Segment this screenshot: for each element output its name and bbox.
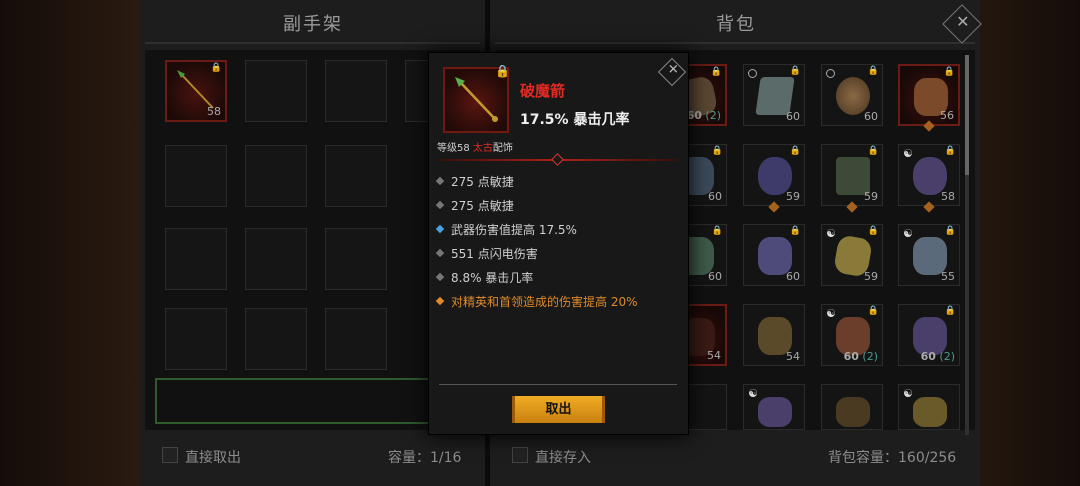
stash-slot[interactable] xyxy=(245,60,307,122)
stash-slot[interactable] xyxy=(245,228,307,290)
item-main-stat: 17.5% 暴击几率 xyxy=(520,112,630,128)
affix-line: 551 点闪电伤害 xyxy=(435,245,538,262)
tooltip-divider xyxy=(439,153,677,166)
direct-store-checkbox[interactable] xyxy=(512,447,528,463)
arrow-icon xyxy=(455,77,498,122)
affix-line: 8.8% 暴击几率 xyxy=(435,269,533,286)
bag-capacity: 背包容量：160/256 xyxy=(828,450,957,466)
bag-slot[interactable]: 🔒 60 xyxy=(743,64,805,126)
affix-line: 武器伤害值提高 17.5% xyxy=(435,221,577,238)
bag-slot[interactable]: ☯ 🔒 60 (2) xyxy=(821,304,883,366)
stash-slot[interactable] xyxy=(165,145,227,207)
bag-slot[interactable]: 🔒 59 xyxy=(743,144,805,213)
bag-slot[interactable]: ☯ 🔒 55 xyxy=(898,224,960,286)
item-type-line: 等级58 太古配饰 xyxy=(437,143,513,154)
stash-title-divider xyxy=(145,42,480,44)
bag-slot[interactable]: 🔒 60 xyxy=(821,64,883,126)
bag-slot[interactable]: ☯ 🔒 58 xyxy=(898,144,960,213)
bag-slot[interactable]: ☯ xyxy=(898,384,960,430)
take-out-button[interactable]: 取出 xyxy=(512,396,605,423)
stash-slot[interactable] xyxy=(245,145,307,207)
tooltip-bottom-divider xyxy=(439,384,677,385)
stash-slot[interactable] xyxy=(165,228,227,290)
affix-line: 对精英和首领造成的伤害提高 20% xyxy=(435,293,638,310)
bag-slot[interactable]: 🔒 56 xyxy=(898,64,960,132)
bag-slot[interactable] xyxy=(821,384,883,430)
direct-store-label: 直接存入 xyxy=(535,450,591,466)
bag-scrollbar[interactable] xyxy=(965,55,969,435)
item-name: 破魔箭 xyxy=(520,82,566,100)
direct-takeout-checkbox[interactable] xyxy=(162,447,178,463)
stash-slot[interactable] xyxy=(165,308,227,370)
bag-slot[interactable]: 🔒 59 xyxy=(821,144,883,213)
stash-capacity: 容量：1/16 xyxy=(388,450,462,466)
item-tooltip: 🔒 破魔箭 17.5% 暴击几率 ✕ 等级58 太古配饰 275 点敏捷 275… xyxy=(428,52,689,435)
affix-line: 275 点敏捷 xyxy=(435,197,514,214)
left-frame xyxy=(0,0,140,486)
ancient-label: 太古 xyxy=(472,143,493,154)
tooltip-item-icon: 🔒 xyxy=(443,64,510,133)
stash-slot[interactable] xyxy=(325,228,387,290)
item-level: 58 xyxy=(207,105,221,118)
bag-title-divider xyxy=(495,42,975,44)
bag-slot[interactable]: ☯ 🔒 59 xyxy=(821,224,883,286)
lock-icon: 🔒 xyxy=(495,64,510,78)
direct-takeout-label: 直接取出 xyxy=(185,450,241,466)
stash-slot[interactable] xyxy=(325,60,387,122)
affix-line: 275 点敏捷 xyxy=(435,173,514,190)
stash-title: 副手架 xyxy=(283,14,343,35)
bag-slot[interactable]: 54 xyxy=(743,304,805,366)
tooltip-close-icon[interactable]: ✕ xyxy=(657,57,687,87)
stash-slot[interactable] xyxy=(325,145,387,207)
bag-slot[interactable]: 🔒 60 (2) xyxy=(898,304,960,366)
stash-slot[interactable] xyxy=(325,308,387,370)
bag-slot[interactable]: ☯ xyxy=(743,384,805,430)
stash-slot-arrow[interactable]: 🔒 58 xyxy=(165,60,227,122)
bag-title: 背包 xyxy=(716,14,756,35)
bag-slot[interactable]: 🔒 60 xyxy=(743,224,805,286)
stash-slot[interactable] xyxy=(245,308,307,370)
